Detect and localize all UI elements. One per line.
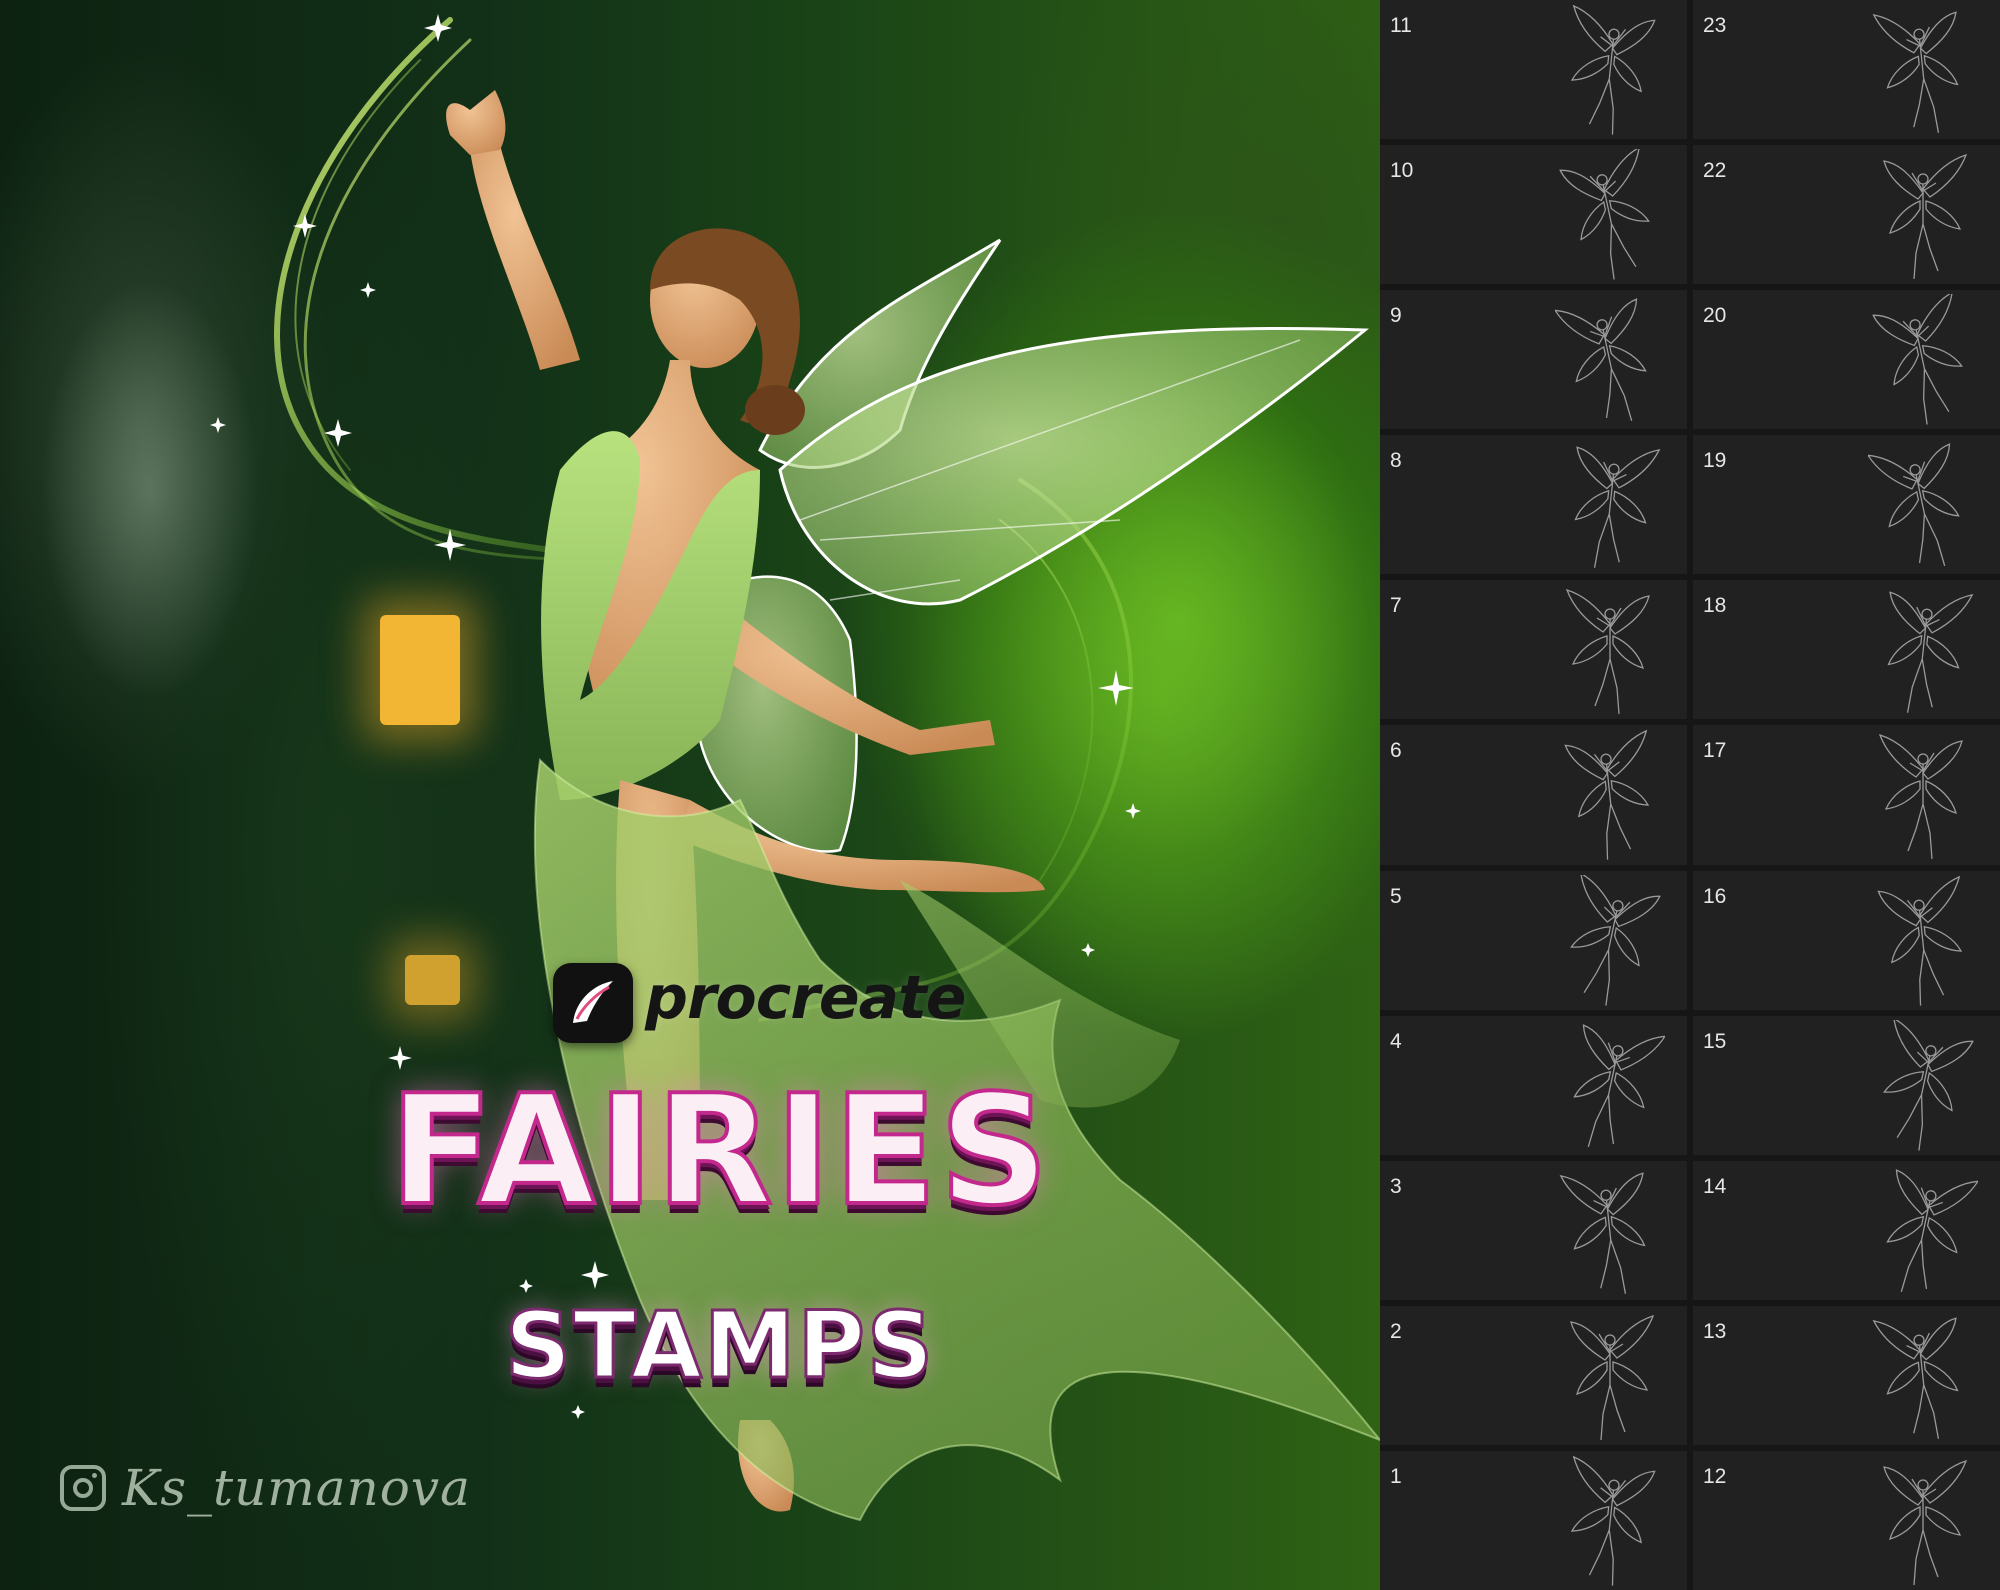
fairy-stamp-thumbnail	[1878, 734, 1963, 860]
brush-cell[interactable]: 6	[1380, 725, 1687, 865]
brush-number: 14	[1703, 1174, 1727, 1198]
brush-cell[interactable]: 22	[1693, 145, 2000, 285]
brush-number: 13	[1703, 1319, 1727, 1343]
brush-number: 15	[1703, 1029, 1727, 1053]
brush-cell[interactable]: 18	[1693, 580, 2000, 720]
brush-cell[interactable]: 14	[1693, 1160, 2000, 1300]
promo-artwork: procreate FAIRIES STAMPS Ks_tumanova	[0, 0, 1380, 1590]
fairy-stamp-thumbnail	[1574, 446, 1661, 569]
brush-cell[interactable]: 13	[1693, 1305, 2000, 1445]
fairy-stamp-thumbnail	[1570, 874, 1661, 1006]
title-main: FAIRIES	[387, 1062, 1051, 1239]
brush-cell[interactable]: 1	[1380, 1450, 1687, 1590]
brush-number: 19	[1703, 449, 1727, 473]
brush-cell[interactable]: 3	[1380, 1160, 1687, 1300]
fairy-stamp-thumbnail	[1565, 589, 1650, 715]
fairy-stamp-thumbnail	[1559, 1172, 1646, 1294]
fairy-stamp-thumbnail	[1872, 294, 1963, 425]
fairy-stamp-thumbnail	[1883, 154, 1968, 280]
brush-number: 2	[1390, 1319, 1402, 1343]
fairy-wings	[698, 238, 1370, 853]
fairy-stamp-thumbnail	[1883, 1019, 1974, 1151]
brush-number: 20	[1703, 304, 1727, 328]
instagram-handle: Ks_tumanova	[122, 1459, 471, 1517]
brush-number: 9	[1390, 304, 1402, 328]
brush-number: 6	[1390, 739, 1402, 763]
brush-number: 12	[1703, 1464, 1727, 1488]
brush-number: 5	[1390, 884, 1402, 908]
fairy-stamp-thumbnail	[1573, 1023, 1665, 1147]
brush-number: 10	[1390, 159, 1414, 183]
fairy-stamp-thumbnail	[1868, 443, 1960, 567]
brush-cell[interactable]: 12	[1693, 1450, 2000, 1590]
brush-cell[interactable]: 16	[1693, 870, 2000, 1010]
fairy-stamp-thumbnail	[1877, 875, 1963, 1006]
brush-number: 23	[1703, 14, 1727, 37]
brush-cell[interactable]: 11	[1380, 0, 1687, 140]
instagram-credit: Ks_tumanova	[60, 1458, 471, 1518]
fairy-stamp-thumbnail	[1872, 11, 1959, 133]
brush-cell[interactable]: 5	[1380, 870, 1687, 1010]
brush-number: 1	[1390, 1464, 1402, 1488]
brush-number: 11	[1390, 14, 1412, 37]
brush-column-right: 23 22 20 19 18 17 16 15 14 13 12	[1693, 0, 2000, 1590]
brush-number: 18	[1703, 594, 1727, 618]
brush-cell[interactable]: 10	[1380, 145, 1687, 285]
brush-number: 3	[1390, 1174, 1402, 1198]
fairy-stamp-thumbnail	[1559, 149, 1650, 280]
brush-cell[interactable]: 17	[1693, 725, 2000, 865]
brush-number: 17	[1703, 739, 1727, 763]
fairy-stamp-thumbnail	[1883, 1459, 1968, 1585]
brush-cell[interactable]: 19	[1693, 435, 2000, 575]
fairy-stamp-thumbnail	[1886, 1168, 1978, 1292]
brush-number: 7	[1390, 594, 1402, 618]
brush-library-panel: 11 10 9 8 7 6 5 4 3 2 1 23 22 20 19 18 17 16 15 14 13 12	[1380, 0, 2000, 1590]
procreate-wordmark: procreate	[645, 963, 966, 1033]
brush-number: 16	[1703, 884, 1727, 908]
fairy-stamp-thumbnail	[1887, 591, 1974, 714]
brush-cell[interactable]: 9	[1380, 290, 1687, 430]
fairy-stamp-thumbnail	[1564, 730, 1650, 861]
brush-cell[interactable]: 23	[1693, 0, 2000, 140]
fairy-stamp-thumbnail	[1570, 1455, 1656, 1586]
brush-cell[interactable]: 4	[1380, 1015, 1687, 1155]
title-sub: STAMPS	[503, 1292, 936, 1399]
brush-number: 8	[1390, 449, 1402, 473]
fairy-stamp-thumbnail	[1570, 4, 1656, 135]
brush-cell[interactable]: 20	[1693, 290, 2000, 430]
brush-cell[interactable]: 2	[1380, 1305, 1687, 1445]
instagram-icon	[60, 1465, 106, 1511]
procreate-app-icon	[553, 963, 633, 1043]
fairy-stamp-thumbnail	[1872, 1317, 1959, 1439]
brush-number: 4	[1390, 1029, 1402, 1053]
brush-cell[interactable]: 15	[1693, 1015, 2000, 1155]
fairy-stamp-thumbnail	[1555, 298, 1647, 422]
brush-column-left: 11 10 9 8 7 6 5 4 3 2 1	[1380, 0, 1687, 1590]
brush-number: 22	[1703, 159, 1727, 183]
brush-cell[interactable]: 7	[1380, 580, 1687, 720]
fairy-stamp-thumbnail	[1570, 1314, 1655, 1440]
brush-cell[interactable]: 8	[1380, 435, 1687, 575]
